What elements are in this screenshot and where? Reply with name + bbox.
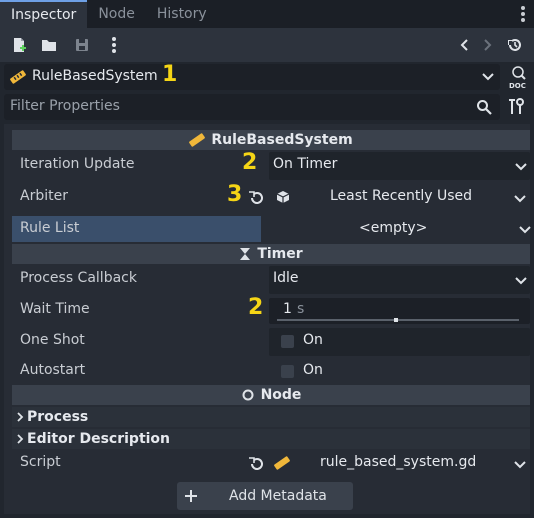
property-label: Arbiter: [20, 188, 68, 204]
process-callback-dropdown[interactable]: Idle: [269, 266, 530, 294]
add-metadata-button[interactable]: Add Metadata: [177, 482, 353, 510]
rule-list-resource-picker[interactable]: <empty>: [269, 216, 531, 242]
more-options-icon[interactable]: [105, 36, 123, 54]
chevron-down-icon: [514, 461, 526, 469]
filter-properties-input[interactable]: Filter Properties: [4, 94, 500, 120]
section-header-node[interactable]: Node: [12, 385, 530, 405]
dropdown-value: Idle: [273, 270, 299, 286]
checkbox-box: [281, 335, 294, 348]
property-autostart: Autostart On: [12, 358, 530, 386]
property-label: Wait Time: [20, 301, 90, 317]
tab-label: Inspector: [11, 7, 77, 23]
script-resource-picker[interactable]: rule_based_system.gd: [298, 450, 530, 478]
property-wait-time: Wait Time 2 1 s: [12, 295, 530, 326]
section-title: Timer: [257, 246, 303, 262]
button-label: Add Metadata: [229, 488, 327, 504]
property-label: Process Callback: [20, 270, 137, 286]
section-title: RuleBasedSystem: [211, 132, 353, 148]
spinbox-value: 1: [283, 301, 292, 317]
dropdown-value: On Timer: [273, 156, 338, 172]
revert-icon[interactable]: [248, 456, 264, 472]
annotation-badge: 3: [227, 182, 243, 207]
chevron-right-icon: [17, 434, 24, 444]
history-back-icon[interactable]: [455, 36, 473, 54]
group-editor-description[interactable]: Editor Description: [12, 429, 530, 449]
ruler-icon: [274, 456, 290, 470]
tab-bar: Inspector Node History: [0, 0, 534, 28]
property-iteration-update: Iteration Update 2 On Timer: [12, 150, 530, 180]
checkbox-box: [281, 365, 294, 378]
property-label: Rule List: [20, 220, 80, 236]
wait-time-spinbox[interactable]: 1 s: [269, 298, 530, 324]
tools-icon[interactable]: [508, 98, 526, 116]
autostart-checkbox[interactable]: On: [269, 358, 530, 386]
object-selector[interactable]: RuleBasedSystem 1: [4, 62, 500, 90]
one-shot-checkbox[interactable]: On: [269, 328, 530, 356]
group-process[interactable]: Process: [12, 407, 530, 427]
inspector-toolbar: [0, 28, 534, 62]
property-label: Script: [20, 454, 61, 470]
property-script: Script rule_based_system.gd: [12, 450, 530, 478]
save-icon[interactable]: [73, 36, 91, 54]
annotation-badge: 2: [248, 295, 264, 320]
ruler-icon: [189, 133, 206, 147]
property-rule-list: Rule List <empty>: [12, 216, 531, 242]
chevron-down-icon: [519, 226, 531, 234]
search-icon: [477, 100, 492, 115]
resource-value: <empty>: [359, 220, 428, 236]
doc-icon[interactable]: DOC: [507, 66, 529, 90]
wait-time-slider-grabber[interactable]: [393, 318, 398, 322]
filter-placeholder: Filter Properties: [10, 98, 120, 114]
property-label: Autostart: [20, 362, 86, 378]
chevron-down-icon: [515, 277, 527, 285]
section-header-timer[interactable]: Timer: [12, 244, 530, 264]
section-title: Node: [260, 387, 302, 403]
annotation-badge: 2: [242, 150, 258, 175]
wait-time-slider-track[interactable]: [277, 319, 519, 321]
new-resource-icon[interactable]: [10, 36, 28, 54]
revert-icon[interactable]: [248, 190, 264, 206]
hourglass-icon: [240, 248, 251, 260]
history-forward-icon[interactable]: [479, 36, 497, 54]
iteration-update-dropdown[interactable]: On Timer: [269, 152, 530, 180]
chevron-down-icon: [514, 195, 526, 203]
annotation-badge: 1: [162, 62, 178, 87]
tab-label: History: [156, 6, 207, 22]
chevron-down-icon: [515, 163, 527, 171]
tab-label: Node: [98, 6, 135, 22]
property-label: Iteration Update: [20, 156, 135, 172]
rule-list-label-highlight[interactable]: Rule List: [12, 216, 261, 242]
object-history-icon[interactable]: [506, 36, 524, 54]
property-one-shot: One Shot On: [12, 328, 530, 356]
checkbox-label: On: [303, 362, 323, 378]
tab-history[interactable]: History: [146, 0, 218, 28]
property-arbiter: Arbiter 3 Least Recently Used: [12, 182, 530, 212]
resource-value: rule_based_system.gd: [320, 454, 477, 470]
open-folder-icon[interactable]: [40, 36, 58, 54]
chevron-right-icon: [17, 412, 24, 422]
svg-text:DOC: DOC: [509, 82, 526, 90]
object-name: RuleBasedSystem: [32, 68, 158, 84]
spinbox-unit: s: [297, 301, 305, 317]
inspector-panel: RuleBasedSystem Iteration Update 2 On Ti…: [4, 124, 531, 514]
checkbox-label: On: [303, 332, 323, 348]
tab-inspector[interactable]: Inspector: [0, 0, 88, 28]
resource-value: Least Recently Used: [330, 188, 473, 204]
arbiter-resource-picker[interactable]: Least Recently Used: [298, 182, 530, 212]
ruler-icon: [10, 70, 26, 84]
group-title: Process: [27, 409, 89, 425]
property-label: One Shot: [20, 332, 85, 348]
property-process-callback: Process Callback Idle: [12, 266, 530, 294]
resource-cube-icon: [276, 191, 290, 203]
kebab-menu-icon[interactable]: [516, 4, 530, 24]
chevron-down-icon: [482, 73, 494, 81]
tab-node[interactable]: Node: [87, 0, 146, 28]
plus-icon: [185, 490, 197, 502]
node-circle-icon: [242, 389, 254, 401]
group-title: Editor Description: [27, 431, 171, 447]
section-header-rulebasedsystem[interactable]: RuleBasedSystem: [12, 130, 530, 150]
